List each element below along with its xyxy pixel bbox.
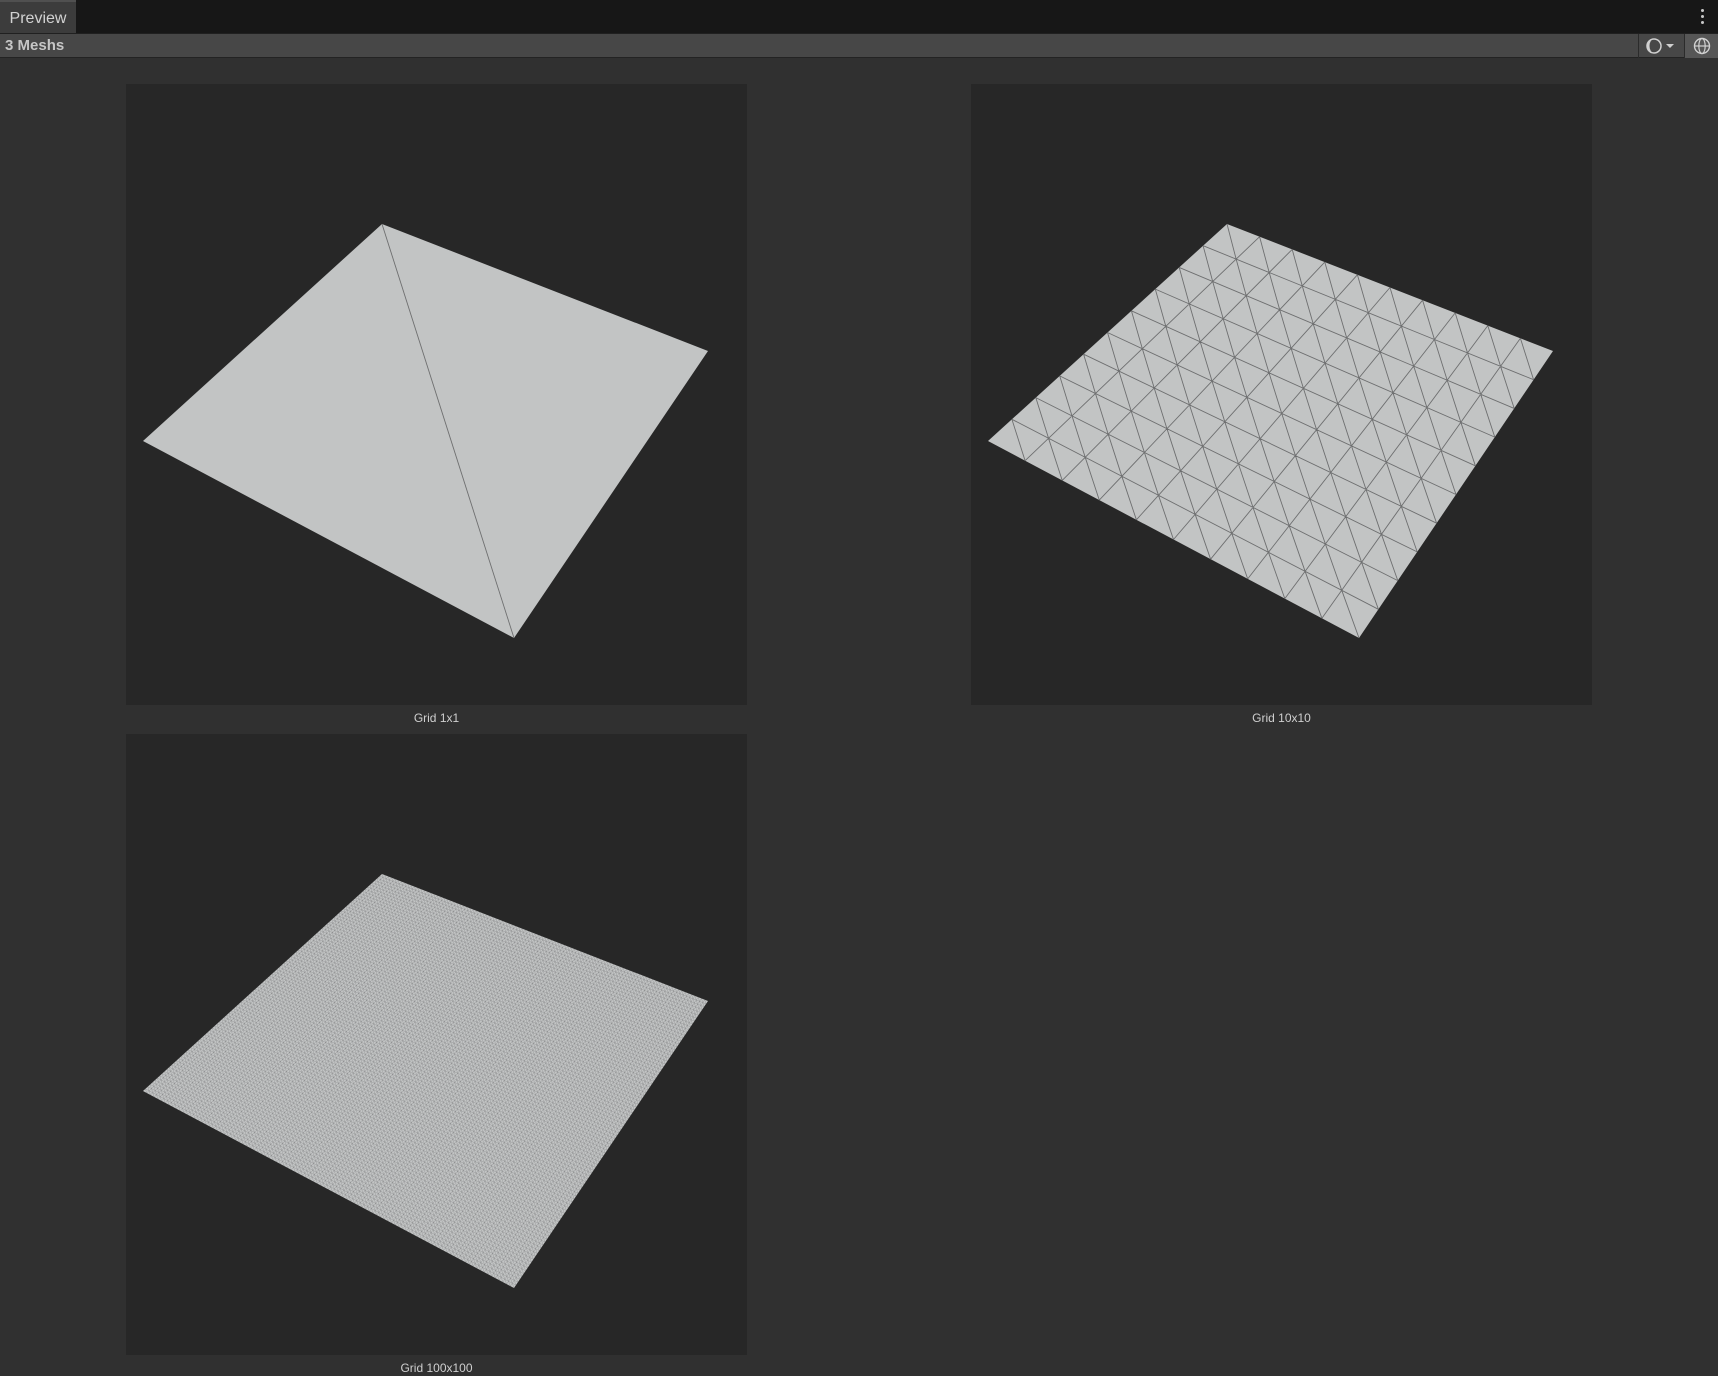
preview-grid-area: Grid 1x1 Grid 10x10 Grid 100x100	[0, 58, 1718, 1375]
mesh-viewport[interactable]	[126, 734, 747, 1355]
chevron-down-icon	[1666, 44, 1674, 48]
preview-toolbar: 3 Meshs	[0, 33, 1718, 58]
mesh-name-label: Grid 100x100	[400, 1361, 473, 1375]
wireframe-toggle-button[interactable]	[1684, 34, 1718, 58]
mesh-surface	[143, 224, 708, 638]
globe-icon	[1693, 37, 1711, 55]
mesh-preview-card[interactable]: Grid 10x10	[971, 84, 1592, 726]
mesh-name-label: Grid 1x1	[413, 711, 460, 725]
more-options-icon[interactable]	[1694, 6, 1710, 28]
mesh-viewport[interactable]	[971, 84, 1592, 705]
window-titlebar: Preview	[0, 0, 1718, 33]
mesh-name-label: Grid 10x10	[1252, 711, 1311, 725]
mesh-preview-card[interactable]: Grid 1x1	[126, 84, 747, 726]
shading-sphere-icon	[1646, 38, 1662, 54]
selection-title: 3 Meshs	[5, 37, 65, 54]
mesh-surface	[988, 224, 1553, 638]
mesh-viewport[interactable]	[126, 84, 747, 705]
shading-mode-dropdown[interactable]	[1638, 34, 1684, 58]
tab-preview[interactable]: Preview	[0, 0, 76, 33]
mesh-preview-card[interactable]: Grid 100x100	[126, 734, 747, 1376]
